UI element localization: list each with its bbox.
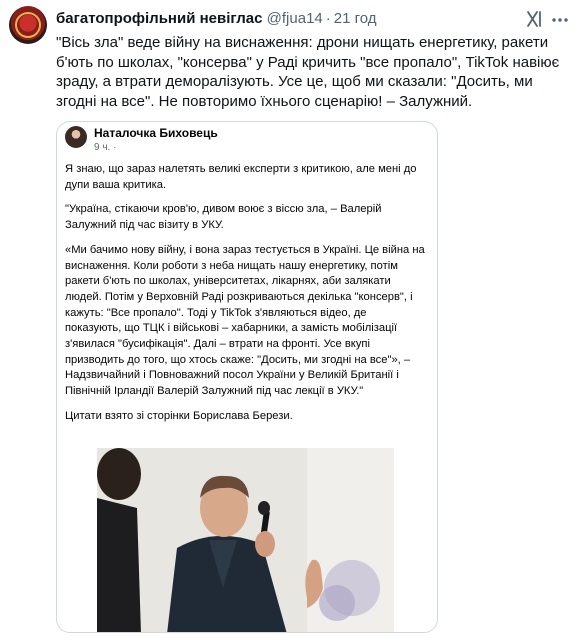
separator-dot: · [325, 10, 331, 27]
more-icon[interactable] [551, 17, 569, 23]
fb-author-avatar [65, 126, 87, 148]
fb-paragraph: "Україна, стікаючи кров'ю, дивом воює з … [65, 203, 382, 232]
author-avatar[interactable] [9, 6, 47, 44]
speaker-photo-illustration [97, 448, 394, 632]
tweet-text: "Вісь зла" веде війну на виснаження: дро… [56, 34, 560, 110]
fb-paragraph: «Ми бачимо нову війну, і вона зараз тест… [65, 243, 425, 398]
fb-paragraph: Я знаю, що зараз налетять великі експерт… [65, 163, 417, 191]
tweet-header: багатопрофільний невіглас @fjua14 · 21 год [56, 10, 377, 27]
fb-post-body: Я знаю, що зараз налетять великі експерт… [65, 162, 425, 434]
author-handle[interactable]: @fjua14 [267, 10, 323, 27]
tweet: багатопрофільний невіглас @fjua14 · 21 год… [0, 0, 576, 638]
speaker-photo [97, 448, 394, 632]
author-name[interactable]: багатопрофільний невіглас [56, 10, 262, 27]
fb-author-name: Наталочка Биховець [94, 126, 218, 140]
grok-icon[interactable] [525, 9, 545, 29]
fb-paragraph: Цитати взято зі сторінки Борислава Берез… [65, 409, 293, 422]
embedded-post-image[interactable]: Наталочка Биховець 9 ч. · Я знаю, що зар… [56, 121, 438, 633]
fb-post-meta: 9 ч. · [94, 142, 117, 153]
tweet-time[interactable]: 21 год [334, 10, 377, 27]
